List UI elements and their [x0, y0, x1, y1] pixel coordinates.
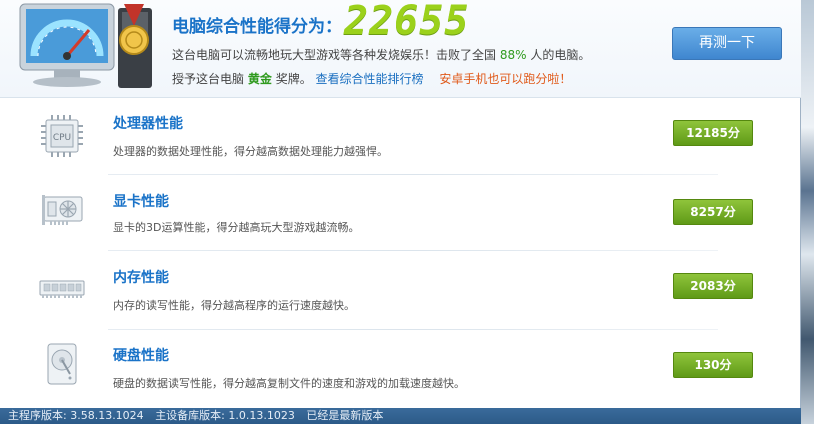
score-header: 电脑综合性能得分为： 22655 这台电脑可以流畅地玩大型游戏等各种发烧娱乐！击… [0, 0, 801, 98]
benchmark-window: 电脑综合性能得分为： 22655 这台电脑可以流畅地玩大型游戏等各种发烧娱乐！击… [0, 0, 801, 424]
retest-button[interactable]: 再测一下 [672, 27, 782, 60]
disk-row: 硬盘性能 硬盘的数据读写性能，得分越高复制文件的速度和游戏的加载速度越快。 13… [0, 330, 801, 408]
svg-text:CPU: CPU [53, 133, 71, 143]
beat-percentage: 88% [499, 48, 527, 62]
memory-row: 内存性能 内存的读写性能，得分越高程序的运行速度越快。 2083分 [0, 251, 801, 329]
memory-score[interactable]: 2083分 [673, 273, 753, 299]
desc2-suffix: 奖牌。 [275, 72, 312, 86]
memory-description: 内存的读写性能，得分越高程序的运行速度越快。 [113, 299, 355, 312]
main-version: 主程序版本: 3.58.13.1024 [8, 409, 144, 422]
gpu-description: 显卡的3D运算性能，得分越高玩大型游戏越流畅。 [113, 221, 360, 234]
graphics-card-icon [42, 195, 83, 225]
gpu-score[interactable]: 8257分 [673, 199, 753, 225]
score-description: 这台电脑可以流畅地玩大型游戏等各种发烧娱乐！击败了全国 88% 人的电脑。 [172, 46, 590, 63]
cpu-score[interactable]: 12185分 [673, 120, 753, 146]
memory-title: 内存性能 [113, 270, 169, 286]
speedometer-monitor-icon [19, 3, 152, 88]
desktop-background [800, 0, 814, 424]
hard-disk-icon [47, 343, 77, 385]
medal-description: 授予这台电脑 黄金 奖牌。 查看综合性能排行榜 安卓手机也可以跑分啦！ [172, 70, 571, 87]
status-bar: 主程序版本: 3.58.13.1024 主设备库版本: 1.0.13.1023 … [0, 408, 801, 424]
disk-description: 硬盘的数据读写性能，得分越高复制文件的速度和游戏的加载速度越快。 [113, 377, 465, 390]
device-db-version: 主设备库版本: 1.0.13.1023 [155, 409, 295, 422]
update-status: 已经是最新版本 [306, 409, 384, 422]
total-score: 22655 [344, 0, 470, 44]
desc1-suffix: 人的电脑。 [530, 48, 591, 62]
gpu-row: 显卡性能 显卡的3D运算性能，得分越高玩大型游戏越流畅。 8257分 [0, 175, 801, 253]
desc2-prefix: 授予这台电脑 [172, 72, 245, 86]
cpu-icon: CPU [41, 115, 83, 157]
medal-level: 黄金 [247, 72, 272, 86]
disk-score[interactable]: 130分 [673, 352, 753, 378]
android-benchmark-link[interactable]: 安卓手机也可以跑分啦！ [439, 72, 571, 86]
memory-icon [39, 280, 85, 298]
ranking-link[interactable]: 查看综合性能排行榜 [316, 72, 424, 86]
score-title: 电脑综合性能得分为： [172, 17, 342, 37]
disk-title: 硬盘性能 [113, 348, 169, 364]
cpu-title: 处理器性能 [113, 116, 183, 132]
desc1-prefix: 这台电脑可以流畅地玩大型游戏等各种发烧娱乐！击败了全国 [172, 48, 497, 62]
cpu-row: CPU 处理器性能 处理器的数据处理性能，得分越高数据处理能力越强悍。 1218… [0, 98, 801, 176]
cpu-description: 处理器的数据处理性能，得分越高数据处理能力越强悍。 [113, 145, 388, 158]
gpu-title: 显卡性能 [113, 194, 169, 210]
